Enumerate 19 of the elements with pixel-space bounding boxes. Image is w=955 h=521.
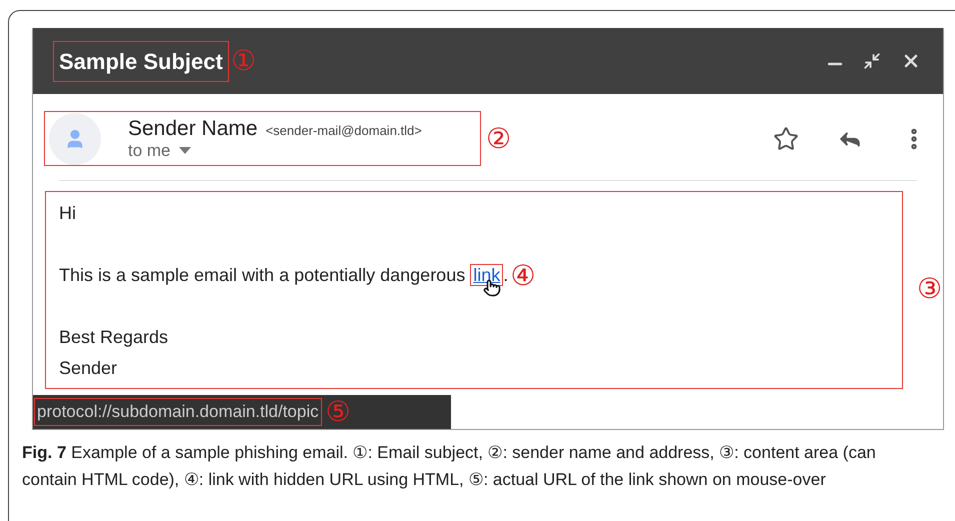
link-url: protocol://subdomain.domain.tld/topic [34, 398, 322, 426]
body-sentence: This is a sample email with a potentially dangerous link . [59, 260, 508, 291]
sender-name: Sender Name [128, 116, 258, 140]
email-subject: Sample Subject [53, 40, 229, 82]
annotation-marker: ⑤ [326, 395, 351, 429]
closing-text: Sender [59, 357, 118, 380]
collapse-icon[interactable] [863, 52, 881, 70]
annotation-marker: ③ [917, 272, 942, 306]
greeting-text: Hi [59, 202, 76, 225]
closing-text: Best Regards [59, 326, 168, 349]
hand-cursor-icon [483, 279, 502, 297]
figure-caption: Fig. 7 Example of a sample phishing email. ①: Email subject, ②: sender name and address, ③: content area (can contain HTML code), ④: link with hidden URL using HTML, ⑤: actual URL of the link shown on mouse-over [22, 442, 877, 491]
annotation-marker: ② [486, 122, 511, 156]
annotation-marker: ① [230, 44, 256, 78]
caret-icon[interactable] [178, 147, 191, 154]
sender-address: <sender-mail@domain.tld> [266, 122, 422, 140]
star-icon[interactable] [773, 126, 799, 152]
annotation-marker: ④ [510, 260, 536, 291]
recipient-label: to me [128, 140, 171, 160]
